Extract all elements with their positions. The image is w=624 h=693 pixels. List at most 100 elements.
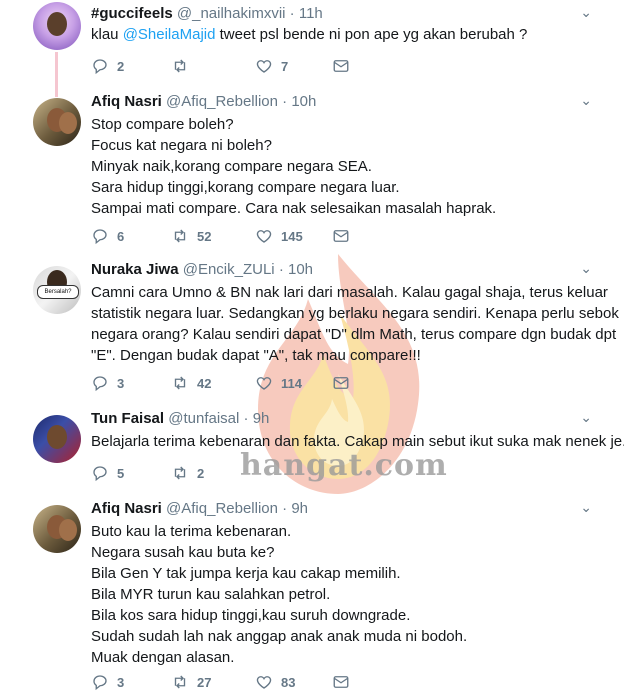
reply-button[interactable]: 6: [91, 225, 124, 247]
like-button[interactable]: 145: [255, 225, 303, 247]
tweet-text: Stop compare boleh? Focus kat negara ni …: [91, 114, 496, 219]
display-name[interactable]: Afiq Nasri: [91, 93, 162, 110]
tweet-text-segment: klau: [91, 26, 123, 43]
direct-message-button[interactable]: [332, 225, 350, 247]
reply-icon: [93, 376, 107, 392]
tweet-line: Camni cara Umno & BN nak lari dari masal…: [91, 284, 608, 301]
tweet-line: Muak dengan alasan.: [91, 649, 235, 666]
retweet-button[interactable]: 2: [171, 462, 204, 484]
tweet-header: Afiq Nasri @Afiq_Rebellion · 10h: [91, 92, 316, 112]
retweet-count: 2: [197, 465, 205, 481]
separator-dot: ·: [278, 261, 284, 278]
like-count: 7: [281, 58, 289, 74]
like-button[interactable]: 7: [255, 55, 288, 77]
retweet-button[interactable]: 42: [171, 372, 211, 394]
reply-icon: [93, 466, 107, 482]
reply-icon: [93, 59, 107, 75]
timestamp[interactable]: 9h: [291, 500, 308, 517]
reply-button[interactable]: 2: [91, 55, 124, 77]
tweet-line: Stop compare boleh?: [91, 116, 234, 133]
mention-link[interactable]: @SheilaMajid: [123, 26, 216, 43]
tweet-line: Sudah sudah lah nak anggap anak anak mud…: [91, 628, 468, 645]
retweet-icon: [174, 376, 186, 390]
retweet-button[interactable]: 52: [171, 225, 211, 247]
tweet-text: Belajarla terima kebenaran dan fakta. Ca…: [91, 431, 624, 452]
tweet-text: Buto kau la terima kebenaran. Negara sus…: [91, 521, 467, 668]
timestamp[interactable]: 11h: [299, 5, 323, 22]
tweet-line: statistik negara luar. Sedangkan yg berl…: [91, 305, 619, 322]
reply-count: 5: [117, 465, 125, 481]
tweet-actions: 5 2: [91, 462, 361, 484]
avatar-tag: Bersalah?: [37, 285, 79, 299]
reply-button[interactable]: 5: [91, 462, 124, 484]
avatar[interactable]: Bersalah?: [33, 266, 81, 314]
retweet-count: 52: [197, 228, 212, 244]
retweet-icon: [174, 466, 186, 480]
like-count: 83: [281, 674, 296, 690]
retweet-icon: [174, 229, 186, 243]
chevron-down-icon[interactable]: ⌄: [580, 260, 592, 277]
direct-message-button[interactable]: [332, 55, 350, 77]
user-handle[interactable]: @Afiq_Rebellion: [166, 500, 278, 517]
reply-button[interactable]: 3: [91, 372, 124, 394]
tweet-line: "E". Dengan budak dapat "A", tak mau com…: [91, 347, 421, 364]
avatar[interactable]: [33, 415, 81, 463]
tweet-line: Belajarla terima kebenaran dan fakta. Ca…: [91, 433, 624, 450]
envelope-icon: [333, 676, 349, 688]
separator-dot: ·: [243, 410, 249, 427]
user-handle[interactable]: @_nailhakimxvii: [177, 5, 286, 22]
timestamp[interactable]: 10h: [291, 93, 316, 110]
reply-count: 3: [117, 375, 125, 391]
user-handle[interactable]: @Encik_ZULi: [183, 261, 275, 278]
avatar[interactable]: [33, 2, 81, 50]
separator-dot: ·: [282, 93, 288, 110]
retweet-button[interactable]: [171, 55, 197, 77]
heart-icon: [256, 60, 272, 73]
direct-message-button[interactable]: [332, 671, 350, 693]
avatar[interactable]: [33, 98, 81, 146]
display-name[interactable]: #guccifeels: [91, 5, 173, 22]
heart-icon: [256, 676, 272, 689]
tweet-header: Tun Faisal @tunfaisal · 9h: [91, 409, 269, 429]
display-name[interactable]: Tun Faisal: [91, 410, 164, 427]
tweet-header: Afiq Nasri @Afiq_Rebellion · 9h: [91, 499, 308, 519]
heart-icon: [256, 377, 272, 390]
tweet-line: Buto kau la terima kebenaran.: [91, 523, 292, 540]
retweet-count: 27: [197, 674, 212, 690]
timestamp[interactable]: 10h: [288, 261, 313, 278]
reply-button[interactable]: 3: [91, 671, 124, 693]
timestamp[interactable]: 9h: [253, 410, 270, 427]
direct-message-button[interactable]: [332, 372, 350, 394]
chevron-down-icon[interactable]: ⌄: [580, 409, 592, 426]
avatar[interactable]: [33, 505, 81, 553]
separator-dot: ·: [282, 500, 288, 517]
tweet-line: Bila kos sara hidup tinggi,kau suruh dow…: [91, 607, 411, 624]
envelope-icon: [333, 230, 349, 242]
reply-count: 3: [117, 674, 125, 690]
tweet-line: Bila Gen Y tak jumpa kerja kau cakap mem…: [91, 565, 401, 582]
user-handle[interactable]: @Afiq_Rebellion: [166, 93, 278, 110]
chevron-down-icon[interactable]: ⌄: [580, 4, 592, 21]
chevron-down-icon[interactable]: ⌄: [580, 499, 592, 516]
user-handle[interactable]: @tunfaisal: [168, 410, 239, 427]
display-name[interactable]: Afiq Nasri: [91, 500, 162, 517]
retweet-button[interactable]: 27: [171, 671, 211, 693]
tweet-line: Sara hidup tinggi,korang compare negara …: [91, 179, 400, 196]
tweet-line: Focus kat negara ni boleh?: [91, 137, 272, 154]
display-name[interactable]: Nuraka Jiwa: [91, 261, 179, 278]
reply-count: 6: [117, 228, 125, 244]
tweet-line: Sampai mati compare. Cara nak selesaikan…: [91, 200, 497, 217]
tweet-actions: 3 42 114: [91, 372, 361, 394]
tweet-header: #guccifeels @_nailhakimxvii · 11h: [91, 4, 323, 24]
chevron-down-icon[interactable]: ⌄: [580, 92, 592, 109]
tweet-text: klau @SheilaMajid tweet psl bende ni pon…: [91, 24, 527, 45]
envelope-icon: [333, 377, 349, 389]
tweet-actions: 3 27 83: [91, 671, 361, 693]
like-button[interactable]: 114: [255, 372, 302, 394]
like-button[interactable]: 83: [255, 671, 295, 693]
tweet-line: Minyak naik,korang compare negara SEA.: [91, 158, 372, 175]
tweet-line: negara orang? Kalau sendiri dapat "D" dl…: [91, 326, 617, 343]
retweet-icon: [174, 675, 186, 689]
envelope-icon: [333, 60, 349, 72]
reply-icon: [93, 229, 107, 245]
